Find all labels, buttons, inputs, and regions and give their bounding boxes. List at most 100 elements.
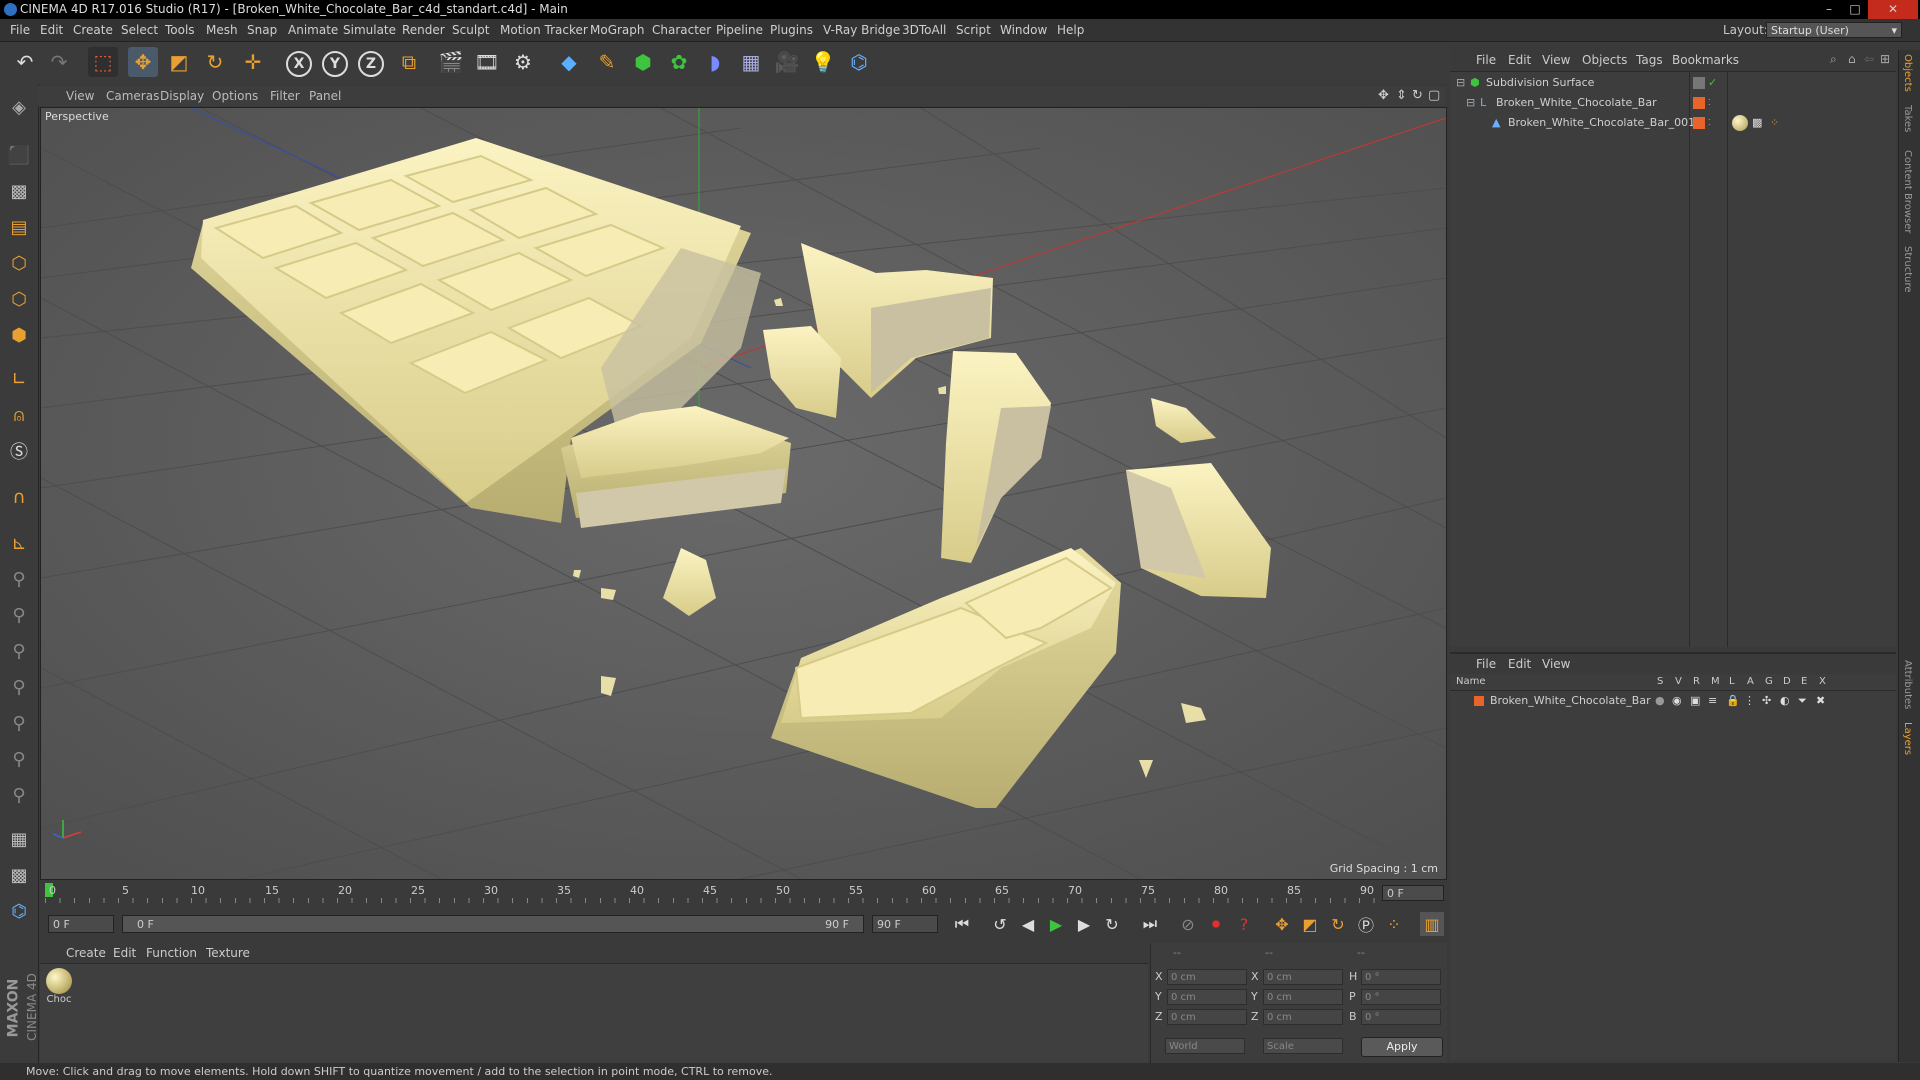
maximize-button[interactable]: □ [1842,0,1868,19]
subdivision-button[interactable]: ⬢ [628,47,658,77]
go-to-end-button[interactable]: ⏭ [1138,912,1162,936]
edges-mode-button[interactable]: ⬡ [4,284,34,314]
generators-toggle-icon[interactable]: ✣ [1762,692,1771,710]
menu-simulate[interactable]: Simulate [343,19,396,41]
size-x-field[interactable]: 0 cm [1263,969,1343,985]
rotation-key-button[interactable]: ↻ [1326,912,1350,936]
start-frame-field[interactable]: 0 F [48,915,114,933]
3d-viewport[interactable]: Perspective Grid Spacing : 1 cm [40,107,1447,880]
apply-button[interactable]: Apply [1361,1037,1443,1057]
current-frame-field[interactable]: 0 F [1382,885,1444,901]
menu-help[interactable]: Help [1057,19,1084,41]
floor-button[interactable]: ▦ [736,47,766,77]
undo-button[interactable]: ↶ [10,47,40,77]
minimize-button[interactable]: – [1816,0,1842,19]
menu-create[interactable]: Create [73,19,113,41]
points-mode-button[interactable]: ⬡ [4,248,34,278]
python-script-button[interactable]: ⌬ [4,896,34,926]
menu-pipeline[interactable]: Pipeline [716,19,763,41]
viewport-menu-panel[interactable]: Panel [309,86,341,106]
render-settings-button[interactable]: ⚙ [508,47,538,77]
search-icon[interactable]: ⌕ [1830,52,1837,67]
menu-motion-tracker[interactable]: Motion Tracker [500,19,588,41]
tab-attributes[interactable]: Attributes [1902,660,1913,709]
viewport-menu-display[interactable]: Display [160,86,204,106]
material-menu-edit[interactable]: Edit [113,943,136,963]
animation-toggle-icon[interactable]: ⋮ [1744,692,1755,710]
cube-button[interactable]: ◆ [554,47,584,77]
make-editable-button[interactable]: ◈ [4,92,34,122]
end-frame-field[interactable]: 90 F [872,915,938,933]
manager-toggle-icon[interactable]: ≡ [1708,692,1717,710]
render-toggle-icon[interactable]: ▣ [1690,692,1700,710]
viewport-rotate-icon[interactable]: ↻ [1412,88,1423,103]
inflate-tool-button[interactable]: ⚲ [4,672,34,702]
enabled-check-icon[interactable]: ✓ [1708,74,1717,92]
light-button[interactable]: 💡 [808,47,838,77]
material-menu-texture[interactable]: Texture [206,943,250,963]
position-y-field[interactable]: 0 cm [1167,989,1247,1005]
layer-row[interactable]: Broken_White_Chocolate_Bar ● ◉ ▣ ≡ 🔒 ⋮ ✣… [1450,692,1896,710]
object-row[interactable]: ⊟ L Broken_White_Chocolate_Bar ⁚ [1450,94,1896,112]
move-tool-button[interactable]: ✥ [128,47,158,77]
size-y-field[interactable]: 0 cm [1263,989,1343,1005]
new-view-icon[interactable]: ⊞ [1880,52,1890,66]
axis-mode-button[interactable]: ∟ [4,364,34,394]
menu-mesh[interactable]: Mesh [206,19,238,41]
menu-render[interactable]: Render [402,19,445,41]
camera-button[interactable]: 🎥 [772,47,802,77]
close-button[interactable]: ✕ [1868,0,1918,19]
scale-key-button[interactable]: ◩ [1298,912,1322,936]
layer-swatch-icon[interactable] [1693,117,1705,129]
point-level-button[interactable]: ⁘ [1382,912,1406,936]
python-button[interactable]: ⌬ [844,47,874,77]
position-x-field[interactable]: 0 cm [1167,969,1247,985]
solo-toggle-icon[interactable]: ● [1655,692,1665,710]
menu-snap[interactable]: Snap [247,19,277,41]
snap-button[interactable]: ∩ [4,482,34,512]
scale-tool-button[interactable]: ◩ [164,47,194,77]
object-menu-file[interactable]: File [1476,50,1496,70]
visibility-dots-icon[interactable]: ⁚ [1708,94,1711,112]
menu-mograph[interactable]: MoGraph [590,19,645,41]
object-menu-tags[interactable]: Tags [1636,50,1663,70]
z-axis-lock-button[interactable]: Z [358,51,384,77]
menu-3dtoall[interactable]: 3DToAll [902,19,946,41]
texture-mode-button[interactable]: ▩ [4,176,34,206]
texture-lock-button[interactable]: ▩ [4,860,34,890]
layer-menu-file[interactable]: File [1476,654,1496,674]
tweak-mode-button[interactable]: ⍝ [4,400,34,430]
pull-tool-button[interactable]: ⚲ [4,600,34,630]
visibility-dots-icon[interactable]: ⁚ [1708,114,1711,132]
view-toggle-icon[interactable]: ◉ [1672,692,1682,710]
rotation-h-field[interactable]: 0 ° [1361,969,1441,985]
cloner-button[interactable]: ✿ [664,47,694,77]
solo-button[interactable]: Ⓢ [4,436,34,466]
next-frame-button[interactable]: ▶ [1072,912,1096,936]
menu-plugins[interactable]: Plugins [770,19,813,41]
coordinate-system-button[interactable]: ⧉ [394,47,424,77]
menu-script[interactable]: Script [956,19,991,41]
menu-tools[interactable]: Tools [165,19,195,41]
timeline-ruler[interactable]: 0 5 10 15 20 25 30 35 40 45 50 55 60 65 … [40,880,1445,905]
menu-window[interactable]: Window [1000,19,1047,41]
live-selection-button[interactable]: ⬚ [88,47,118,77]
viewport-menu-view[interactable]: View [66,86,94,106]
smooth-tool-button[interactable]: ⚲ [4,636,34,666]
render-picture-viewer-button[interactable]: 🎞 [472,47,502,77]
deformer-button[interactable]: ◗ [700,47,730,77]
viewport-menu-options[interactable]: Options [212,86,258,106]
home-icon[interactable]: ⌂ [1848,52,1856,66]
material-menu-function[interactable]: Function [146,943,197,963]
tab-content-browser[interactable]: Content Browser [1902,150,1913,233]
object-row[interactable]: ▲ Broken_White_Chocolate_Bar_001 ⁚ ▩ ⁘ [1450,114,1896,132]
polygons-mode-button[interactable]: ⬢ [4,320,34,350]
tab-takes[interactable]: Takes [1902,105,1913,132]
tab-objects[interactable]: Objects [1902,54,1913,92]
previous-frame-button[interactable]: ◀ [1016,912,1040,936]
size-z-field[interactable]: 0 cm [1263,1009,1343,1025]
pen-spline-button[interactable]: ✎ [592,47,622,77]
deformers-toggle-icon[interactable]: ◐ [1780,692,1790,710]
back-icon[interactable]: ⇦ [1864,52,1874,66]
object-menu-view[interactable]: View [1542,50,1570,70]
